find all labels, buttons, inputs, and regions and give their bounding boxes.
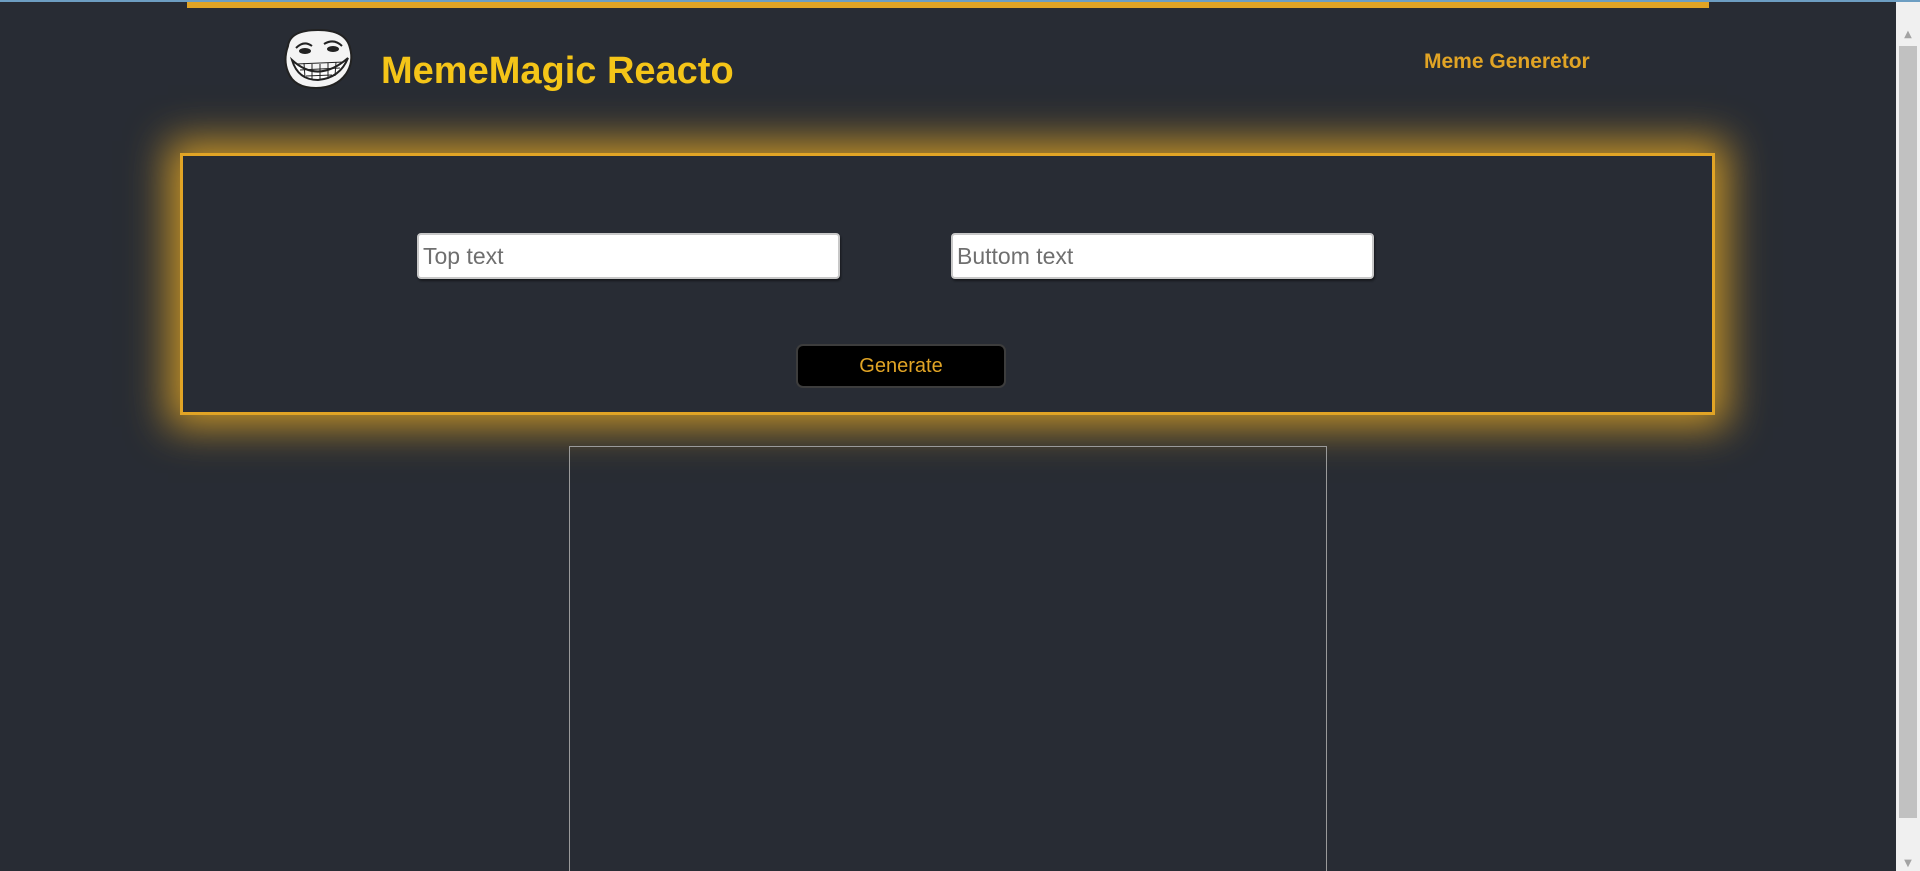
vertical-scrollbar[interactable]: ▲ ▼ bbox=[1896, 2, 1920, 871]
meme-preview-area bbox=[569, 446, 1327, 871]
app-title: MemeMagic Reacto bbox=[381, 50, 734, 92]
page-viewport: MemeMagic Reacto Meme Generetor Generate… bbox=[0, 0, 1920, 871]
scroll-up-arrow-icon[interactable]: ▲ bbox=[1896, 24, 1920, 44]
meme-form-panel: Generate bbox=[180, 153, 1715, 415]
scrollbar-thumb[interactable] bbox=[1899, 46, 1917, 818]
top-text-input[interactable] bbox=[417, 233, 840, 279]
nav-link-meme-generator[interactable]: Meme Generetor bbox=[1424, 50, 1590, 74]
bottom-text-input[interactable] bbox=[951, 233, 1374, 279]
scroll-down-arrow-icon[interactable]: ▼ bbox=[1896, 853, 1920, 871]
generate-button[interactable]: Generate bbox=[796, 344, 1006, 388]
troll-face-icon bbox=[280, 26, 356, 92]
header-accent-bar bbox=[187, 2, 1709, 8]
